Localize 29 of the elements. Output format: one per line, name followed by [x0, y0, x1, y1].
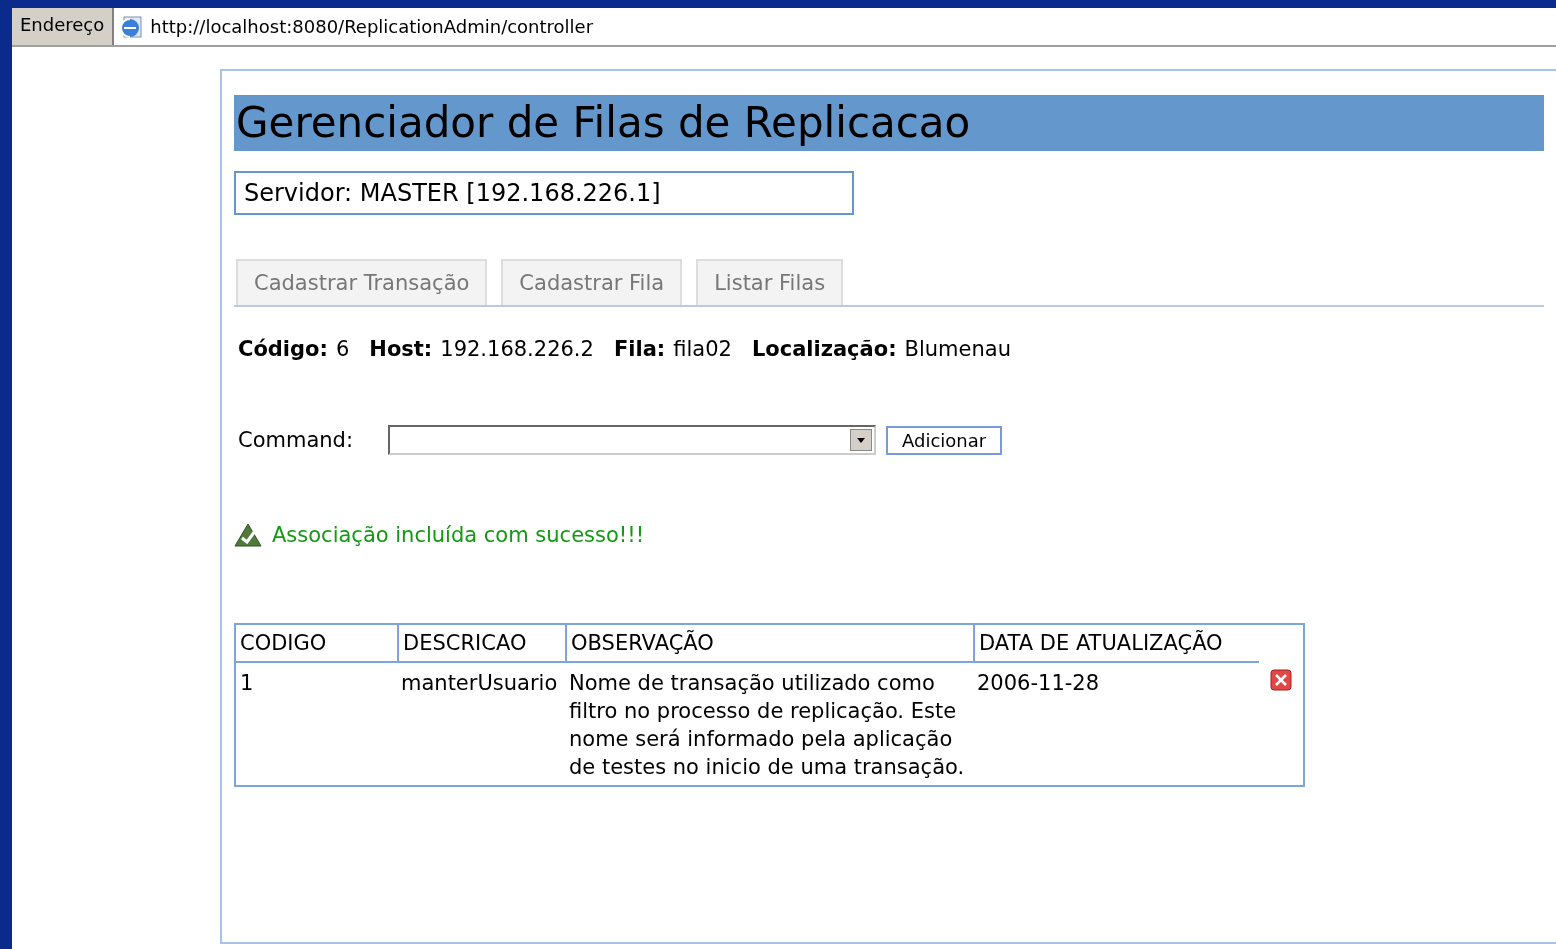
page-title: Gerenciador de Filas de Replicacao [234, 95, 1544, 151]
field-label: Fila: [613, 337, 666, 361]
field-value: 6 [335, 337, 350, 361]
column-header: DESCRICAO [397, 625, 565, 663]
column-header: OBSERVAÇÃO [565, 625, 973, 663]
success-message: Associação incluída com sucesso!!! [272, 523, 645, 547]
field-value: Blumenau [904, 337, 1011, 361]
tab[interactable]: Listar Filas [696, 259, 844, 305]
table-cell-text: manterUsuario [400, 670, 559, 697]
table-cell-text: Nome de transação utilizado como filtro no processo de replicação. Este nome será informado pela aplicação de testes no inicio de uma transação. [568, 670, 966, 781]
url-text: http://localhost:8080/ReplicationAdmin/controller [150, 16, 594, 37]
field-label: Host: [369, 337, 433, 361]
tab[interactable]: Cadastrar Transação [236, 259, 488, 305]
table-cell-text: 1 [239, 670, 255, 697]
command-dropdown[interactable] [388, 425, 876, 455]
table-cell-text: 2006-11-28 [976, 670, 1101, 697]
add-button[interactable]: Adicionar [886, 425, 1003, 455]
field-value: 192.168.226.2 [440, 337, 594, 361]
command-label: Command: [238, 428, 354, 452]
column-header: DATA DE ATUALIZAÇÃO [973, 625, 1259, 663]
delete-icon[interactable] [1270, 669, 1292, 691]
server-label: Servidor: MASTER [192.168.226.1] [234, 171, 854, 215]
field-label: Código: [238, 337, 328, 361]
checkmark-icon [234, 523, 262, 547]
tab[interactable]: Cadastrar Fila [501, 259, 683, 305]
field-value: fila02 [673, 337, 732, 361]
address-field[interactable]: http://localhost:8080/ReplicationAdmin/controller [114, 8, 1556, 45]
field-label: Localização: [751, 337, 897, 361]
column-header: CODIGO [236, 625, 397, 663]
